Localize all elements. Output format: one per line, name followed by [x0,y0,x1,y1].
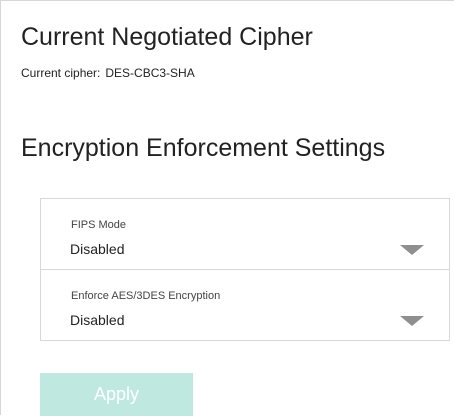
current-cipher-label: Current cipher: [21,66,101,80]
enforce-aes-3des-label: Enforce AES/3DES Encryption [71,290,221,302]
fips-mode-label: FIPS Mode [71,219,127,231]
encryption-settings-group: FIPS Mode Disabled Enforce AES/3DES Encr… [40,198,450,341]
fips-mode-value: Disabled [70,241,125,257]
current-cipher-line: Current cipher: DES-CBC3-SHA [21,66,195,80]
enforce-aes-3des-value: Disabled [70,312,125,328]
enforce-aes-3des-select[interactable]: Enforce AES/3DES Encryption Disabled [41,270,449,341]
current-cipher-value: DES-CBC3-SHA [105,66,195,80]
current-cipher-heading: Current Negotiated Cipher [21,23,313,51]
caret-down-icon[interactable] [400,316,424,326]
apply-button[interactable]: Apply [40,373,193,416]
caret-down-icon[interactable] [400,245,424,255]
encryption-enforcement-heading: Encryption Enforcement Settings [21,134,386,162]
settings-panel: Current Negotiated Cipher Current cipher… [0,0,454,416]
fips-mode-select[interactable]: FIPS Mode Disabled [41,199,449,270]
